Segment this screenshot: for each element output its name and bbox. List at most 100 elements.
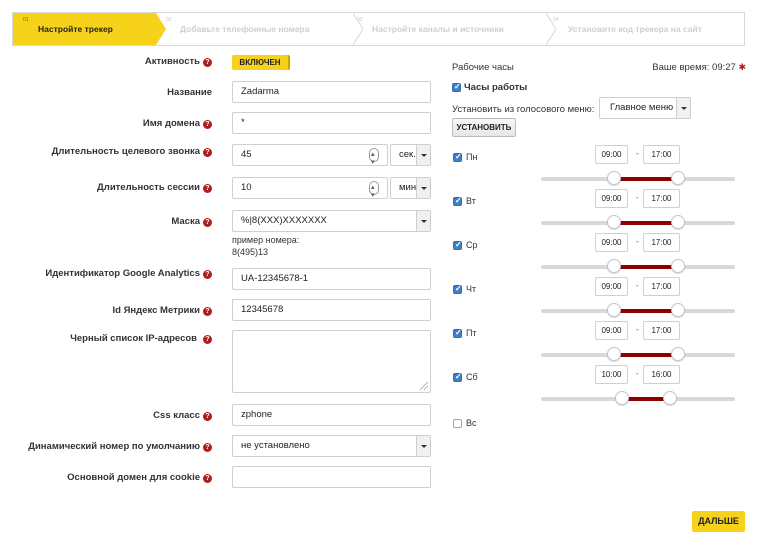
time-to-input[interactable]: 17:00 (643, 189, 680, 208)
help-icon[interactable]: ? (203, 335, 212, 344)
help-icon[interactable]: ? (203, 184, 212, 193)
time-to-input[interactable]: 17:00 (643, 233, 680, 252)
time-to-input[interactable]: 17:00 (643, 145, 680, 164)
slider-handle-start[interactable] (606, 215, 621, 229)
slider-handle-start[interactable] (614, 391, 629, 405)
cookie-domain-label: Основной домен для cookie? (67, 472, 212, 483)
hours-slider[interactable] (541, 215, 735, 229)
gear-icon[interactable]: ✱ (738, 62, 746, 72)
slider-range (613, 265, 679, 269)
time-to-input[interactable]: 17:00 (643, 277, 680, 296)
chevron-down-icon[interactable] (416, 436, 430, 456)
wizard-step-3[interactable]: 03 Настройте каналы и источники (357, 13, 542, 45)
hours-slider[interactable] (541, 391, 735, 405)
cookie-domain-input[interactable] (232, 466, 431, 488)
time-from-input[interactable]: 09:00 (595, 233, 628, 252)
hours-slider[interactable] (541, 347, 735, 361)
day-checkbox[interactable] (453, 372, 462, 382)
stepper-icon[interactable] (369, 178, 379, 206)
slider-range (613, 309, 679, 313)
help-icon[interactable]: ? (203, 443, 212, 452)
time-from-input[interactable]: 09:00 (595, 189, 628, 208)
resize-grip-icon[interactable] (420, 382, 428, 390)
slider-handle-end[interactable] (671, 303, 686, 317)
help-icon[interactable]: ? (203, 218, 212, 227)
wizard-step-1[interactable]: 01 Настройте трекер (13, 13, 156, 45)
day-checkbox[interactable] (453, 284, 462, 294)
input-value: 10 (241, 182, 252, 193)
ga-input[interactable]: UA-12345678-1 (232, 268, 431, 290)
chevron-down-icon[interactable] (416, 211, 430, 231)
slider-range (613, 221, 679, 225)
time-from-input[interactable]: 09:00 (595, 321, 628, 340)
ym-input[interactable]: 12345678 (232, 299, 431, 321)
blacklist-textarea[interactable] (232, 330, 431, 393)
domain-input[interactable]: * (232, 112, 431, 134)
dynamic-number-select[interactable]: не установлено (232, 435, 431, 457)
slider-handle-end[interactable] (671, 259, 686, 273)
css-class-input[interactable]: zphone (232, 404, 431, 426)
slider-range (613, 177, 679, 181)
day-checkbox[interactable] (453, 240, 462, 250)
set-button[interactable]: УСТАНОВИТЬ (452, 118, 516, 137)
chevron-down-icon[interactable] (416, 145, 430, 165)
time-from-input[interactable]: 09:00 (595, 277, 628, 296)
day-checkbox[interactable] (453, 196, 462, 206)
slider-handle-end[interactable] (671, 347, 686, 361)
wizard-step-4[interactable]: 04 Установите код трекера на сайт (553, 13, 743, 45)
help-icon[interactable]: ? (203, 412, 212, 421)
hours-slider[interactable] (541, 171, 735, 185)
select-value: сек. (399, 149, 416, 160)
mask-select[interactable]: %|8(XXX)XXXXXXX (232, 210, 431, 232)
step-number: 01 (23, 17, 29, 23)
help-icon[interactable]: ? (203, 148, 212, 157)
hours-slider[interactable] (541, 303, 735, 317)
help-icon[interactable]: ? (203, 270, 212, 279)
time-from-input[interactable]: 10:00 (595, 365, 628, 384)
hours-slider[interactable] (541, 259, 735, 273)
input-value: 45 (241, 149, 252, 160)
working-hours-title: Рабочие часы (452, 62, 514, 73)
your-time-text: Ваше время: 09:27 (652, 62, 736, 73)
day-checkbox[interactable] (453, 328, 462, 338)
session-duration-unit-select[interactable]: мин (390, 177, 431, 199)
day-label: Пт (466, 328, 477, 338)
slider-handle-end[interactable] (663, 391, 678, 405)
slider-handle-end[interactable] (671, 171, 686, 185)
session-duration-input[interactable]: 10 (232, 177, 388, 206)
slider-handle-start[interactable] (606, 171, 621, 185)
help-icon[interactable]: ? (203, 474, 212, 483)
step-label: Добавьте телефонные номера (180, 24, 310, 34)
help-icon[interactable]: ? (203, 120, 212, 129)
day-checkbox[interactable] (453, 419, 462, 428)
time-to-input[interactable]: 17:00 (643, 321, 680, 340)
label-text: Основной домен для cookie (67, 472, 200, 483)
activity-toggle[interactable]: ВКЛЮЧЕН (232, 55, 288, 70)
time-separator: - (636, 237, 639, 246)
help-icon[interactable]: ? (203, 58, 212, 67)
slider-handle-end[interactable] (671, 215, 686, 229)
wizard-step-2[interactable]: 02 Добавьте телефонные номера (166, 13, 351, 45)
slider-handle-start[interactable] (606, 303, 621, 317)
step-label: Настройте трекер (38, 24, 113, 34)
day-checkbox[interactable] (453, 152, 462, 162)
label-text: Id Яндекс Метрики (112, 305, 200, 316)
voice-menu-select[interactable]: Главное меню (599, 97, 691, 119)
call-duration-input[interactable]: 45 (232, 144, 388, 173)
name-input[interactable]: Zadarma (232, 81, 431, 103)
call-duration-unit-select[interactable]: сек. (390, 144, 431, 166)
stepper-icon[interactable] (369, 145, 379, 173)
slider-handle-start[interactable] (606, 347, 621, 361)
example-value: 8(495)13 (232, 247, 269, 257)
label-text: Длительность целевого звонка (51, 146, 200, 157)
help-icon[interactable]: ? (203, 307, 212, 316)
working-hours-checkbox[interactable] (452, 82, 461, 92)
time-from-input[interactable]: 09:00 (595, 145, 628, 164)
day-label: Чт (466, 284, 477, 294)
time-to-input[interactable]: 16:00 (643, 365, 680, 384)
day-label: Вт (466, 196, 476, 206)
next-button[interactable]: ДАЛЬШЕ (692, 511, 745, 532)
slider-handle-start[interactable] (606, 259, 621, 273)
chevron-down-icon[interactable] (676, 98, 690, 118)
chevron-down-icon[interactable] (416, 178, 430, 198)
